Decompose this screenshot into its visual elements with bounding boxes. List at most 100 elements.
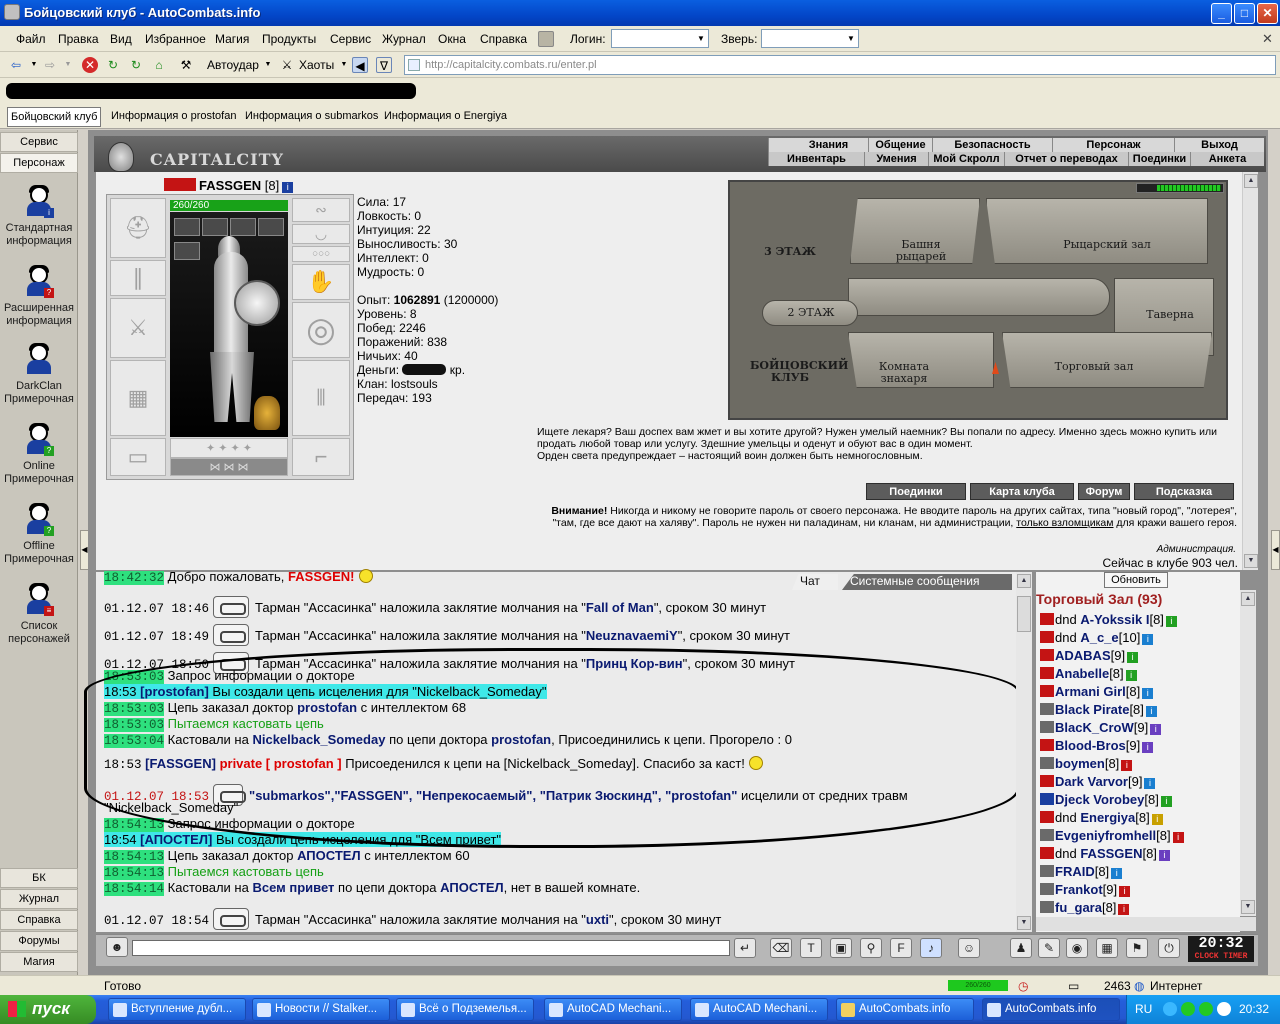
info-icon[interactable]: i — [1142, 634, 1154, 645]
info-icon[interactable]: i — [1118, 904, 1130, 915]
back-icon[interactable]: ⇦ — [8, 57, 24, 73]
user-list-item[interactable]: Black Pirate[8] i — [1040, 702, 1157, 718]
tab-info-submarkos[interactable]: Информация о submarkos — [242, 107, 381, 127]
belt-slot[interactable]: ▭ — [110, 438, 166, 476]
music-icon[interactable]: ♪ — [920, 938, 942, 958]
weapon-slot[interactable]: ⚔ — [110, 298, 166, 358]
tab-info-prostofan[interactable]: Информация о prostofan — [108, 107, 239, 127]
hint-button[interactable]: Подсказка — [1134, 483, 1234, 500]
boots-slot[interactable]: ⌐ — [292, 438, 350, 476]
user-list-item[interactable]: dnd A-Yokssik I[8] i — [1040, 612, 1177, 628]
armor-slot[interactable]: ▦ — [110, 360, 166, 436]
user-list-hscrollbar[interactable] — [1036, 917, 1256, 931]
map-floor-2-button[interactable]: 2 ЭТАЖ — [762, 300, 858, 326]
maximize-button[interactable]: □ — [1234, 3, 1255, 24]
menu-products[interactable]: Продукты — [262, 32, 316, 46]
user-list-item[interactable]: Frankot[9] i — [1040, 882, 1131, 898]
sidebar-item-standard-info[interactable]: i Стандартная информация — [0, 185, 78, 248]
mask-icon[interactable]: ◉ — [1066, 938, 1088, 958]
scroll-up-icon[interactable]: ▲ — [1241, 592, 1255, 606]
close-button[interactable]: ✕ — [1257, 3, 1278, 24]
scroll-slot[interactable] — [174, 242, 200, 260]
user-list-item[interactable]: Blood-Bros[9] i — [1040, 738, 1154, 754]
scroll-down-icon[interactable]: ▼ — [1244, 554, 1258, 568]
info-icon[interactable]: i — [1144, 778, 1156, 789]
nav-duels[interactable]: Поединки — [1128, 152, 1190, 166]
user-list-scrollbar[interactable]: ▲ ▼ — [1240, 590, 1256, 916]
menu-view[interactable]: Вид — [110, 32, 132, 46]
refresh-icon[interactable]: ↻ — [105, 57, 121, 73]
user-list-item[interactable]: dnd FASSGEN[8] i — [1040, 846, 1170, 862]
sidebar-journal-button[interactable]: Журнал — [0, 889, 78, 909]
nav-inventory[interactable]: Инвентарь — [768, 152, 864, 166]
chat-scrollbar[interactable]: ▲ ▼ — [1016, 572, 1032, 932]
scroll-up-icon[interactable]: ▲ — [1017, 574, 1031, 588]
menu-magic[interactable]: Магия — [215, 32, 249, 46]
tab-chat[interactable]: Чат — [792, 574, 838, 590]
haoty-button[interactable]: Хаоты — [299, 56, 334, 74]
tab-system-messages[interactable]: Системные сообщения — [842, 574, 1012, 590]
taskbar-item[interactable]: Новости // Stalker... — [252, 998, 390, 1021]
filter-icon[interactable]: T — [800, 938, 822, 958]
autoudar-dropdown-icon[interactable]: ▼ — [260, 57, 276, 73]
tray-icon[interactable] — [1181, 1002, 1195, 1016]
send-icon[interactable]: ↵ — [734, 938, 756, 958]
warning-link[interactable]: только взломщикам — [1016, 517, 1113, 529]
forum-button[interactable]: Форум — [1078, 483, 1130, 500]
user-list-item[interactable]: Djeck Vorobey[8] i — [1040, 792, 1172, 808]
pen-icon[interactable]: ✎ — [1038, 938, 1060, 958]
figure-icon[interactable]: ♟ — [1010, 938, 1032, 958]
menu-favorites[interactable]: Избранное — [145, 32, 206, 46]
collapse-right-handle[interactable]: ◀ — [1271, 530, 1280, 570]
nav-transfer-report[interactable]: Отчет о переводах — [1004, 152, 1128, 166]
info-icon[interactable]: i — [1165, 616, 1177, 627]
info-icon[interactable]: i — [1127, 652, 1139, 663]
scroll-slot[interactable] — [258, 218, 284, 236]
duels-button[interactable]: Поединки — [866, 483, 966, 500]
scroll-down-icon[interactable]: ▼ — [1241, 900, 1255, 914]
info-icon[interactable]: i — [282, 182, 294, 193]
exit-icon[interactable]: ⏻ — [1158, 938, 1180, 958]
flag-icon[interactable]: ⚑ — [1126, 938, 1148, 958]
eraser-icon[interactable]: ⌫ — [770, 938, 792, 958]
potion-slots[interactable]: ✦ ✦ ✦ ✦ — [170, 438, 288, 458]
info-icon[interactable]: i — [1121, 760, 1133, 771]
menu-file[interactable]: Файл — [16, 32, 46, 46]
info-icon[interactable]: i — [1119, 886, 1131, 897]
walk-icon[interactable]: ⚲ — [860, 938, 882, 958]
map-club-label[interactable]: БОЙЦОВСКИЙ КЛУБ — [750, 360, 848, 384]
helmet-slot[interactable]: ⛑ — [110, 198, 166, 258]
map-floor-3[interactable]: 3 ЭТАЖ — [760, 246, 820, 258]
stop-icon[interactable]: ✕ — [82, 57, 98, 73]
home-icon[interactable]: ⌂ — [151, 57, 167, 73]
back-dropdown-icon[interactable]: ▼ — [26, 57, 42, 73]
map-room-healer[interactable]: Комната знахаря — [848, 332, 994, 388]
map-room-mage-tower[interactable]: Башня рыцарей магов — [850, 198, 980, 264]
user-list-item[interactable]: Evgeniyfromhell[8] i — [1040, 828, 1184, 844]
scroll-slot[interactable] — [174, 218, 200, 236]
tab-fight-club[interactable]: Бойцовский клуб — [7, 107, 102, 127]
earrings-slot[interactable]: ∾ — [292, 198, 350, 222]
amulet-slot[interactable]: ◡ — [292, 224, 350, 244]
info-icon[interactable]: i — [1160, 796, 1172, 807]
minimize-button[interactable]: _ — [1211, 3, 1232, 24]
nav-communication[interactable]: Общение — [868, 138, 932, 152]
scroll-up-icon[interactable]: ▲ — [1244, 174, 1258, 188]
nav-exit[interactable]: Выход — [1174, 138, 1264, 152]
info-icon[interactable]: i — [1125, 670, 1137, 681]
scroll-thumb[interactable] — [1017, 596, 1031, 632]
sidebar-service-button[interactable]: Сервис — [0, 132, 78, 152]
refresh-button[interactable]: Обновить — [1104, 572, 1168, 588]
toolbox-icon[interactable] — [538, 31, 554, 47]
info-icon[interactable]: i — [1151, 814, 1163, 825]
info-icon[interactable]: i — [1145, 706, 1157, 717]
smiley-icon[interactable]: ☺ — [958, 938, 980, 958]
font-icon[interactable]: F — [890, 938, 912, 958]
taskbar-item[interactable]: AutoCombats.info — [836, 998, 974, 1021]
sidebar-forums-button[interactable]: Форумы — [0, 931, 78, 951]
nav-profile[interactable]: Анкета — [1190, 152, 1264, 166]
sidebar-character-button[interactable]: Персонаж — [0, 153, 78, 173]
sidebar-help-button[interactable]: Справка — [0, 910, 78, 930]
beast-select[interactable]: ▼ — [761, 29, 859, 48]
info-icon[interactable]: i — [1142, 688, 1154, 699]
